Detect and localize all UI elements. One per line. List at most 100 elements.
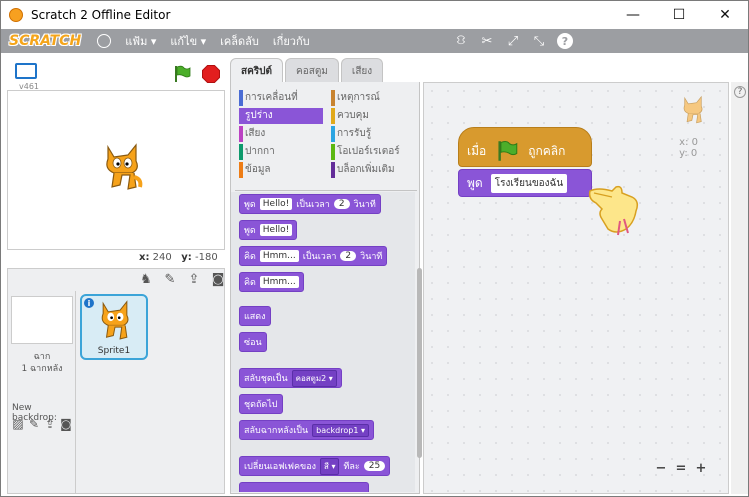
block-hide[interactable]: ซ่อน <box>239 332 267 352</box>
block-next-costume[interactable]: ชุดถัดไป <box>239 394 283 414</box>
info-icon[interactable]: i <box>84 298 94 308</box>
y-label: y: <box>181 252 192 263</box>
block-label: คิด <box>244 278 256 288</box>
block-number-input[interactable]: 25 <box>363 461 386 471</box>
scratch-app-icon <box>9 8 23 22</box>
stage-canvas[interactable] <box>7 90 225 250</box>
camera-backdrop-icon[interactable]: ◙ <box>60 417 72 431</box>
category-more-blocks[interactable]: บล็อกเพิ่มเติม <box>331 162 415 178</box>
block-label: พูด <box>244 226 256 236</box>
say-text-input[interactable]: โรงเรียนของฉัน <box>490 173 568 193</box>
block-switch-costume[interactable]: สลับชุดเป็น คอสตูม2 ▾ <box>239 368 342 388</box>
shrink-icon[interactable]: ⤡ <box>531 33 547 49</box>
block-label: เป็นเวลา <box>302 252 337 262</box>
sprite-panel: ♞ ✎ ⇪ ◙ ฉาก 1 ฉากหลัง New backdrop: ▨ ✎ … <box>7 268 225 494</box>
cat-sprite-icon[interactable] <box>100 143 144 195</box>
block-label: สลับฉากหลังเป็น <box>244 426 309 436</box>
palette-scrollbar[interactable] <box>417 268 422 458</box>
camera-sprite-icon[interactable]: ◙ <box>210 271 226 287</box>
stage-coordinates: x: 240 y: -180 <box>139 252 218 263</box>
scratch-logo[interactable]: SCRATCH <box>9 33 81 49</box>
block-text-input[interactable]: Hello! <box>259 198 293 210</box>
block-think-for-secs[interactable]: คิด Hmm... เป็นเวลา 2 วินาที <box>239 246 388 266</box>
stage-column: ฉาก 1 ฉากหลัง New backdrop: ▨ ✎ ⇪ ◙ <box>8 291 76 493</box>
zoom-reset-button[interactable]: = <box>674 461 688 476</box>
maximize-button[interactable]: ☐ <box>656 1 702 29</box>
grow-icon[interactable]: ⤢ <box>505 33 521 49</box>
sprite1-name: Sprite1 <box>97 346 131 356</box>
tab-scripts[interactable]: สคริปต์ <box>230 58 284 83</box>
stage-thumbnail[interactable] <box>11 296 73 344</box>
hat-label-clicked: ถูกคลิก <box>528 143 566 158</box>
block-partial[interactable] <box>239 482 369 492</box>
help-icon[interactable]: ? <box>557 33 573 49</box>
paint-new-sprite-icon[interactable]: ✎ <box>162 271 178 287</box>
block-say[interactable]: พูด Hello! <box>239 220 298 240</box>
category-control[interactable]: ควบคุม <box>331 108 415 124</box>
block-label: ทีละ <box>343 462 360 472</box>
cut-scissors-icon[interactable]: ✂ <box>479 33 495 49</box>
hat-label-when: เมื่อ <box>467 143 487 158</box>
block-label: คิด <box>244 252 256 262</box>
block-label: พูด <box>244 200 256 210</box>
y-value: -180 <box>195 252 218 263</box>
menu-tips[interactable]: เคล็ดลับ <box>220 32 259 50</box>
upload-backdrop-icon[interactable]: ⇪ <box>44 417 56 431</box>
duplicate-stamp-icon[interactable]: ⛻ <box>453 33 469 49</box>
sprite-xy-readout: x: 0 y: 0 <box>679 137 698 159</box>
minimize-button[interactable]: — <box>610 1 656 29</box>
language-globe-icon[interactable] <box>97 34 112 48</box>
category-operators[interactable]: โอเปอร์เรเตอร์ <box>331 144 415 160</box>
fullscreen-icon[interactable] <box>15 63 37 79</box>
current-sprite-icon <box>683 95 703 124</box>
sprite-library-icon[interactable]: ♞ <box>138 271 154 287</box>
say-block[interactable]: พูด โรงเรียนของฉัน <box>458 169 592 197</box>
category-pen[interactable]: ปากกา <box>239 144 323 160</box>
block-text-input[interactable]: Hmm... <box>259 276 299 288</box>
when-flag-clicked-block[interactable]: เมื่อ ถูกคลิก <box>458 127 592 167</box>
green-flag-icon <box>498 140 518 161</box>
paint-backdrop-icon[interactable]: ✎ <box>28 417 40 431</box>
tips-help-icon[interactable]: ? <box>734 86 746 98</box>
category-events[interactable]: เหตุการณ์ <box>331 90 415 106</box>
sprite1-tile[interactable]: i Sprite1 <box>80 294 148 360</box>
cat-thumbnail-icon <box>101 300 129 340</box>
block-switch-backdrop[interactable]: สลับฉากหลังเป็น backdrop1 ▾ <box>239 420 374 440</box>
category-looks[interactable]: รูปร่าง <box>239 108 323 124</box>
category-motion[interactable]: การเคลื่อนที่ <box>239 90 323 106</box>
block-number-input[interactable]: 2 <box>333 199 350 209</box>
costume-dropdown[interactable]: คอสตูม2 ▾ <box>291 369 337 387</box>
block-label: เป็นเวลา <box>296 200 330 210</box>
block-think[interactable]: คิด Hmm... <box>239 272 304 292</box>
menu-about[interactable]: เกี่ยวกับ <box>273 32 310 50</box>
zoom-in-button[interactable]: + <box>694 461 708 476</box>
block-say-for-secs[interactable]: พูด Hello! เป็นเวลา 2 วินาที <box>239 194 381 214</box>
tab-sounds[interactable]: เสียง <box>340 58 384 82</box>
script-area[interactable]: x: 0 y: 0 เมื่อ ถูกคลิก พูด โรงเรียนของฉ… <box>423 82 729 494</box>
stop-sign-icon[interactable] <box>202 65 220 83</box>
upload-sprite-icon[interactable]: ⇪ <box>186 271 202 287</box>
category-sensing[interactable]: การรับรู้ <box>331 126 415 142</box>
tab-costumes[interactable]: คอสตูม <box>285 58 339 82</box>
green-flag-icon[interactable] <box>173 65 191 83</box>
menu-edit[interactable]: แก้ไข ▾ <box>170 32 206 50</box>
block-number-input[interactable]: 2 <box>340 251 357 261</box>
block-text-input[interactable]: Hmm... <box>259 250 299 262</box>
menu-file[interactable]: แฟ้ม ▾ <box>125 32 156 50</box>
backdrop-library-icon[interactable]: ▨ <box>12 417 24 431</box>
category-sound[interactable]: เสียง <box>239 126 323 142</box>
block-label: วินาที <box>353 200 376 210</box>
block-show[interactable]: แสดง <box>239 306 271 326</box>
sprite-x: x: 0 <box>679 137 698 148</box>
blocks-list: พูด Hello! เป็นเวลา 2 วินาที พูด Hello! … <box>231 192 415 492</box>
close-button[interactable]: ✕ <box>702 1 748 29</box>
backdrop-dropdown[interactable]: backdrop1 ▾ <box>312 423 369 437</box>
pointing-hand-icon <box>588 185 639 236</box>
zoom-out-button[interactable]: − <box>654 461 668 476</box>
category-data[interactable]: ข้อมูล <box>239 162 323 178</box>
block-text-input[interactable]: Hello! <box>259 224 293 236</box>
right-edge-panel <box>731 82 748 494</box>
effect-dropdown[interactable]: สี ▾ <box>320 457 340 475</box>
block-change-effect[interactable]: เปลี่ยนเอฟเฟคของ สี ▾ ทีละ 25 <box>239 456 391 476</box>
say-label: พูด <box>467 175 483 190</box>
